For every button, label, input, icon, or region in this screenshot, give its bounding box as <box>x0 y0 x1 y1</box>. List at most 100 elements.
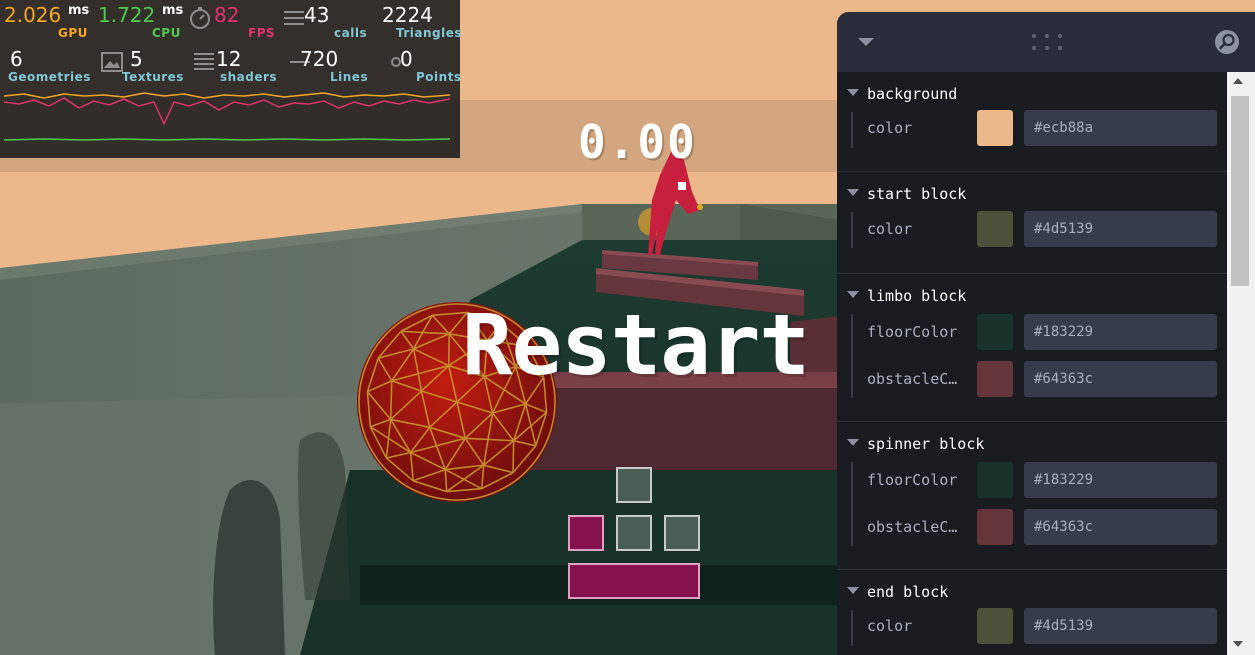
calls-value: 43 <box>304 3 330 27</box>
hex-input[interactable]: #183229 <box>1024 462 1217 498</box>
hex-input[interactable]: #ecb88a <box>1024 110 1217 146</box>
panel-header[interactable] <box>837 12 1255 72</box>
cpu-value: 1.722 <box>98 3 156 27</box>
image-icon <box>101 52 123 72</box>
shaders-label: shaders <box>220 70 278 84</box>
points-label: Points <box>416 70 462 84</box>
color-swatch[interactable] <box>977 211 1013 247</box>
row-spinner-obstacle-color: obstacleColor #64363c <box>837 509 1227 545</box>
row-label: color <box>867 119 913 137</box>
cpu-label: CPU <box>152 26 181 40</box>
triangles-label: Triangles <box>396 26 463 40</box>
gpu-unit: ms <box>68 3 90 18</box>
cpu-metric: 1.722 ms CPU <box>98 0 188 40</box>
panel-body: background color #ecb88a start block col… <box>837 72 1227 655</box>
draw-calls-icon <box>284 11 304 25</box>
chevron-down-icon <box>847 439 859 446</box>
row-spinner-floor-color: floorColor #183229 <box>837 462 1227 498</box>
row-label: obstacleColor <box>867 370 963 388</box>
row-start-color: color #4d5139 <box>837 211 1227 247</box>
hex-input[interactable]: #64363c <box>1024 361 1217 397</box>
scroll-up-arrow-icon[interactable] <box>1233 78 1243 84</box>
search-icon[interactable] <box>1213 28 1241 56</box>
gpu-graph-line <box>4 92 451 99</box>
wall-shadow-2 <box>297 432 350 600</box>
fps-metric: 82 FPS <box>190 0 286 40</box>
key-forward <box>616 467 652 503</box>
color-swatch[interactable] <box>977 608 1013 644</box>
chevron-down-icon[interactable] <box>857 36 875 48</box>
folder-start-block: start block color #4d5139 <box>837 172 1227 274</box>
textures-metric: 5 Textures <box>101 44 198 84</box>
chevron-down-icon <box>847 291 859 298</box>
key-right <box>664 515 700 551</box>
key-backward <box>616 515 652 551</box>
stopwatch-icon <box>190 7 210 29</box>
triangles-value: 2224 <box>382 3 433 27</box>
performance-graph <box>4 92 451 141</box>
chevron-down-icon <box>847 189 859 196</box>
list-icon <box>194 53 214 70</box>
folder-title-limbo-block[interactable]: limbo block <box>847 286 966 306</box>
gpu-value: 2.026 <box>4 3 62 27</box>
color-swatch[interactable] <box>977 462 1013 498</box>
points-metric: 0 Points <box>390 44 462 84</box>
drag-handle-icon[interactable] <box>1030 32 1064 52</box>
row-label: color <box>867 617 913 635</box>
hex-input[interactable]: #4d5139 <box>1024 211 1217 247</box>
cpu-unit: ms <box>162 3 184 18</box>
folder-background: background color #ecb88a <box>837 72 1227 172</box>
row-limbo-floor-color: floorColor #183229 <box>837 314 1227 350</box>
hex-input[interactable]: #64363c <box>1024 509 1217 545</box>
folder-title-text: limbo block <box>867 287 967 305</box>
shaders-value: 12 <box>216 47 242 71</box>
row-label: floorColor <box>867 471 958 489</box>
scrollbar-thumb[interactable] <box>1231 96 1249 286</box>
ball-wire-edge <box>389 380 393 420</box>
geometries-value: 6 <box>10 47 23 71</box>
folder-title-end-block[interactable]: end block <box>847 582 948 602</box>
row-limbo-obstacle-color: obstacleColor #64363c <box>837 361 1227 397</box>
folder-title-spinner-block[interactable]: spinner block <box>847 434 984 454</box>
folder-title-start-block[interactable]: start block <box>847 184 966 204</box>
folder-spinner-block: spinner block floorColor #183229 obstacl… <box>837 422 1227 570</box>
hex-input[interactable]: #4d5139 <box>1024 608 1217 644</box>
chevron-down-icon <box>847 587 859 594</box>
fps-label: FPS <box>248 26 276 40</box>
textures-value: 5 <box>130 47 143 71</box>
folder-title-text: spinner block <box>867 435 985 453</box>
key-jump <box>568 563 700 599</box>
controls-panel: background color #ecb88a start block col… <box>837 12 1255 655</box>
lines-label: Lines <box>330 70 369 84</box>
row-label: color <box>867 220 913 238</box>
folder-end-block: end block color #4d5139 <box>837 570 1227 655</box>
lines-metric: 720 Lines <box>290 44 376 84</box>
lines-value: 720 <box>300 47 339 71</box>
textures-label: Textures <box>122 70 184 84</box>
folder-title-background[interactable]: background <box>847 84 957 104</box>
ball-wire-edge <box>512 440 515 473</box>
row-end-color: color #4d5139 <box>837 608 1227 644</box>
hex-input[interactable]: #183229 <box>1024 314 1217 350</box>
restart-button[interactable]: Restart <box>462 300 810 390</box>
row-label: obstacleColor <box>867 518 963 536</box>
geometries-label: Geometries <box>8 70 91 84</box>
color-swatch[interactable] <box>977 314 1013 350</box>
folder-limbo-block: limbo block floorColor #183229 obstacleC… <box>837 274 1227 422</box>
points-value: 0 <box>400 47 413 71</box>
fps-value: 82 <box>214 3 240 27</box>
shaders-metric: 12 shaders <box>194 44 290 84</box>
performance-monitor: 2.026 ms GPU 1.722 ms CPU 82 FPS 43 call… <box>0 0 463 158</box>
color-swatch[interactable] <box>977 361 1013 397</box>
folder-title-text: end block <box>867 583 949 601</box>
geometries-metric: 6 Geometries <box>8 44 100 84</box>
cpu-graph-line <box>4 138 451 141</box>
timer-display: 0.00 <box>578 115 697 169</box>
key-left <box>568 515 604 551</box>
folder-title-text: background <box>867 85 958 103</box>
folder-title-text: start block <box>867 185 967 203</box>
color-swatch[interactable] <box>977 110 1013 146</box>
scroll-down-arrow-icon[interactable] <box>1233 641 1243 647</box>
color-swatch[interactable] <box>977 509 1013 545</box>
gpu-metric: 2.026 ms GPU <box>4 0 94 40</box>
